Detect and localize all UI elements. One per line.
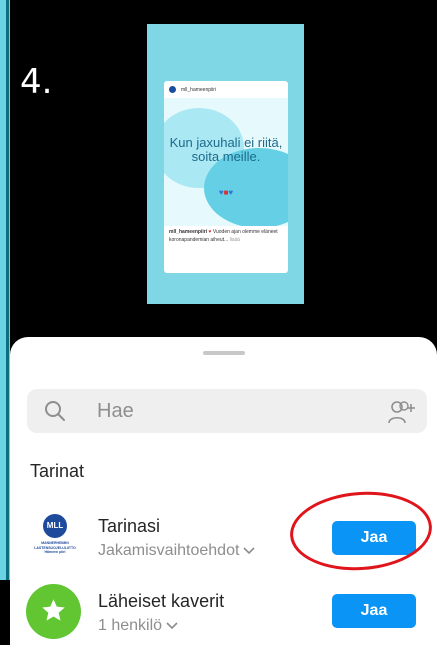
chevron-down-icon: [166, 622, 178, 630]
avatar: MLL MANNERHEIMIN LASTENSUOJELULIITTO Häm…: [30, 514, 80, 560]
story-preview: mll_hameenpiiri Kun jaxuhali ei riitä, s…: [147, 24, 304, 304]
mll-logo-caption: MANNERHEIMIN LASTENSUOJELULIITTO Hämeen …: [34, 541, 76, 554]
post-card: mll_hameenpiiri Kun jaxuhali ei riitä, s…: [164, 81, 288, 273]
caption-username: mll_hameenpiiri: [169, 229, 208, 235]
search-icon: [45, 401, 65, 421]
share-row-close-friends[interactable]: Läheiset kaverit 1 henkilö Jaa: [10, 580, 437, 645]
row-title: Tarinasi: [98, 516, 161, 536]
audience-dropdown[interactable]: 1 henkilö: [98, 617, 178, 635]
close-friends-avatar: [26, 584, 81, 639]
section-title: Tarinat: [30, 461, 85, 481]
chevron-down-icon: [243, 547, 255, 555]
share-button[interactable]: Jaa: [332, 594, 416, 628]
hearts-emoji: ♥■♥: [164, 188, 288, 197]
blue-heart-icon: ♥: [228, 188, 234, 197]
star-icon: [42, 599, 65, 621]
share-options-dropdown[interactable]: Jakamisvaihtoehdot: [98, 542, 255, 560]
mll-logo: MLL: [43, 514, 67, 538]
post-caption: mll_hameenpiiri ♥ Vuoden ajan olemme elä…: [169, 228, 285, 244]
search-input[interactable]: [97, 398, 347, 424]
post-image: Kun jaxuhali ei riitä, soita meille. ♥■♥: [164, 98, 288, 226]
row-subtitle: 1 henkilö: [98, 617, 163, 634]
post-username: mll_hameenpiiri: [181, 86, 217, 93]
search-bar[interactable]: [27, 389, 427, 433]
post-quote: Kun jaxuhali ei riitä, soita meille.: [169, 135, 283, 164]
drag-handle[interactable]: [203, 351, 245, 355]
step-number: 4.: [20, 62, 53, 102]
add-people-icon[interactable]: [387, 399, 417, 425]
post-avatar: [169, 86, 176, 93]
red-heart-icon: ♥: [208, 229, 212, 235]
caption-more-link[interactable]: lisää: [230, 237, 240, 243]
left-edge-line: [6, 0, 9, 580]
post-header: mll_hameenpiiri: [164, 81, 288, 98]
row-title: Läheiset kaverit: [98, 591, 225, 611]
row-subtitle: Jakamisvaihtoehdot: [98, 542, 240, 559]
